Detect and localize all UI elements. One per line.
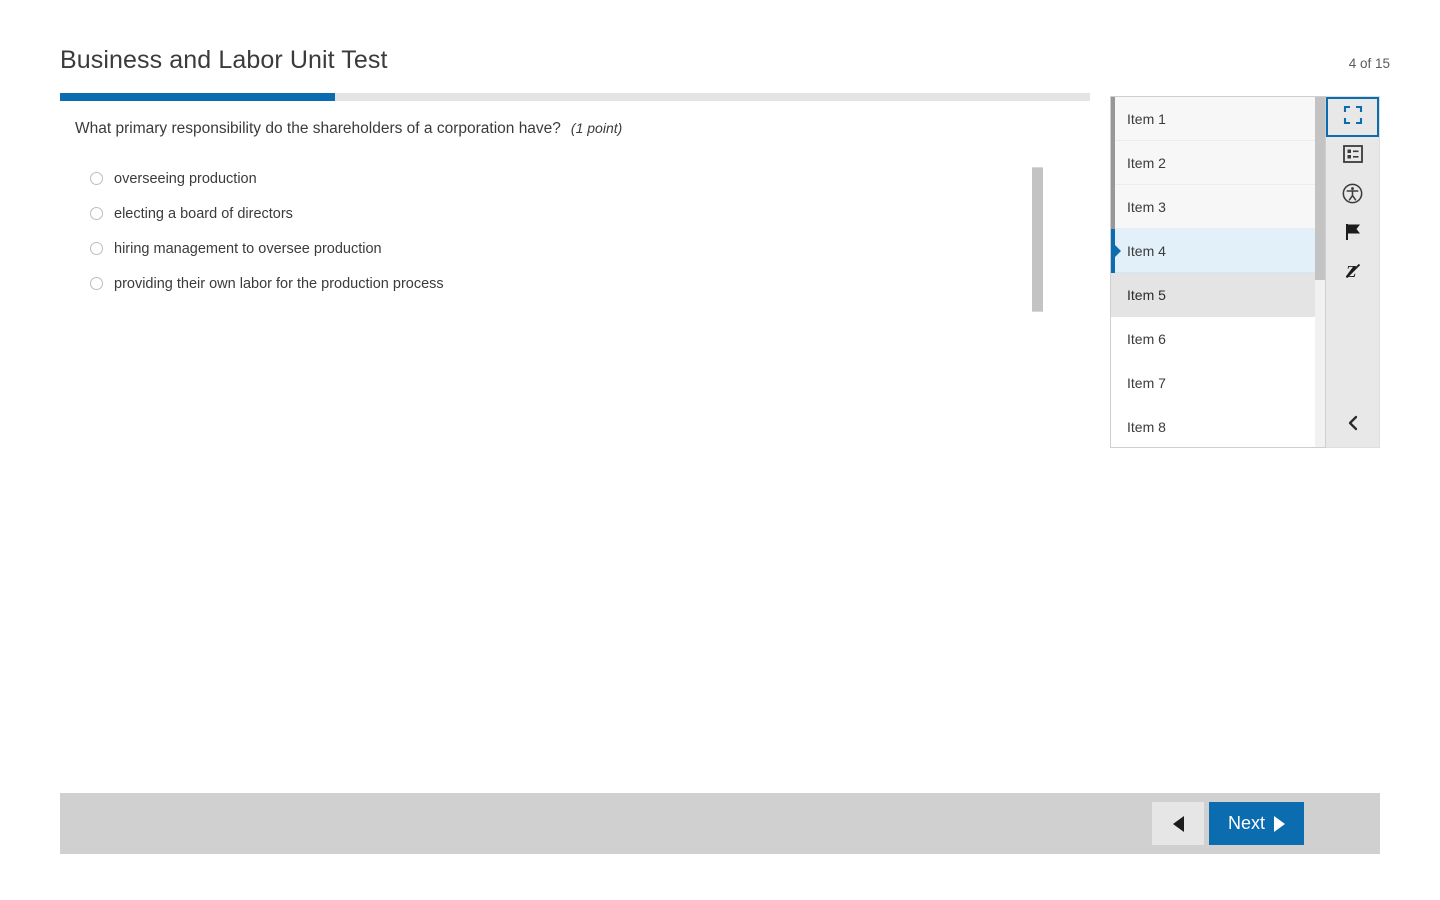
page-title: Business and Labor Unit Test [60, 46, 388, 74]
answer-choice-label: overseeing production [114, 170, 257, 187]
item-nav-entry[interactable]: Item 4 [1111, 229, 1325, 273]
item-status-bar [1111, 141, 1115, 185]
item-nav-scrollbar-thumb[interactable] [1315, 97, 1325, 280]
accessibility-tool-button[interactable] [1326, 176, 1379, 215]
radio-button[interactable] [90, 207, 103, 220]
radio-button[interactable] [90, 172, 103, 185]
svg-text:Z: Z [1345, 262, 1356, 281]
item-nav-list-container: Item 1 Item 2 Item 3 Item 4 Item 5 Item 6 Item… [1110, 96, 1326, 448]
answer-choice[interactable]: overseeing production [90, 161, 1050, 196]
item-nav-label: Item 8 [1127, 418, 1166, 435]
item-nav-label: Item 4 [1127, 242, 1166, 259]
answer-choices: overseeing production electing a board of… [60, 161, 1050, 301]
eliminate-choice-tool-button[interactable]: Z [1326, 254, 1379, 293]
test-player-page: Business and Labor Unit Test 4 of 15 Wha… [0, 0, 1440, 900]
triangle-left-icon [1172, 815, 1184, 832]
item-list-tool-button[interactable] [1326, 137, 1379, 176]
item-counter: 4 of 15 [1348, 56, 1390, 71]
answer-choice[interactable]: providing their own labor for the produc… [90, 266, 1050, 301]
item-nav-panel: Item 1 Item 2 Item 3 Item 4 Item 5 Item 6 Item… [1110, 96, 1380, 448]
item-nav-entry[interactable]: Item 8 [1111, 405, 1325, 447]
item-status-bar [1111, 405, 1115, 447]
item-nav-label: Item 1 [1127, 110, 1166, 127]
item-status-bar [1111, 185, 1115, 229]
question-area: What primary responsibility do the share… [60, 118, 1050, 301]
next-button-label: Next [1227, 813, 1265, 833]
item-nav-entry[interactable]: Item 5 [1111, 273, 1325, 317]
flag-icon [1343, 222, 1363, 247]
item-nav-entry[interactable]: Item 1 [1111, 97, 1325, 141]
item-nav-entry[interactable]: Item 6 [1111, 317, 1325, 361]
radio-button[interactable] [90, 242, 103, 255]
next-button[interactable]: Next [1209, 802, 1304, 845]
radio-button[interactable] [90, 277, 103, 290]
item-nav-label: Item 3 [1127, 198, 1166, 215]
item-nav-entry[interactable]: Item 7 [1111, 361, 1325, 405]
progress-bar-fill [60, 93, 335, 101]
progress-bar [60, 93, 1090, 101]
item-list-icon [1342, 145, 1363, 168]
previous-button[interactable] [1152, 802, 1204, 845]
current-item-pointer-icon [1115, 245, 1121, 257]
navigation-footer: Next [60, 793, 1380, 854]
question-stem: What primary responsibility do the share… [60, 118, 1050, 139]
item-status-bar [1111, 273, 1115, 317]
answer-choice[interactable]: electing a board of directors [90, 196, 1050, 231]
answer-choice[interactable]: hiring management to oversee production [90, 231, 1050, 266]
item-nav-label: Item 6 [1127, 330, 1166, 347]
item-nav-entry[interactable]: Item 3 [1111, 185, 1325, 229]
tool-strip: Z [1326, 96, 1380, 448]
question-points: (1 point) [570, 120, 623, 136]
item-status-bar [1111, 317, 1115, 361]
item-nav-entry[interactable]: Item 2 [1111, 141, 1325, 185]
triangle-right-icon [1274, 815, 1285, 832]
item-status-bar [1111, 361, 1115, 405]
item-nav-label: Item 2 [1127, 154, 1166, 171]
item-nav-scrollbar[interactable] [1315, 97, 1325, 447]
accessibility-icon [1342, 183, 1363, 209]
collapse-panel-button[interactable] [1326, 403, 1379, 447]
item-nav-label: Item 7 [1127, 374, 1166, 391]
fullscreen-tool-button[interactable] [1326, 97, 1379, 137]
answer-choice-label: providing their own labor for the produc… [114, 275, 444, 292]
answer-choice-label: hiring management to oversee production [114, 240, 382, 257]
eliminate-choice-icon: Z [1343, 261, 1363, 286]
chevron-left-icon [1346, 415, 1360, 436]
item-nav-list: Item 1 Item 2 Item 3 Item 4 Item 5 Item 6 Item… [1111, 97, 1325, 447]
flag-tool-button[interactable] [1326, 215, 1379, 254]
item-status-bar [1111, 97, 1115, 141]
question-text: What primary responsibility do the share… [75, 120, 561, 137]
item-nav-label: Item 5 [1127, 286, 1166, 303]
question-scrollbar[interactable] [1032, 167, 1043, 312]
fullscreen-icon [1343, 105, 1363, 130]
question-scrollbar-thumb[interactable] [1032, 167, 1043, 312]
answer-choice-label: electing a board of directors [114, 205, 293, 222]
